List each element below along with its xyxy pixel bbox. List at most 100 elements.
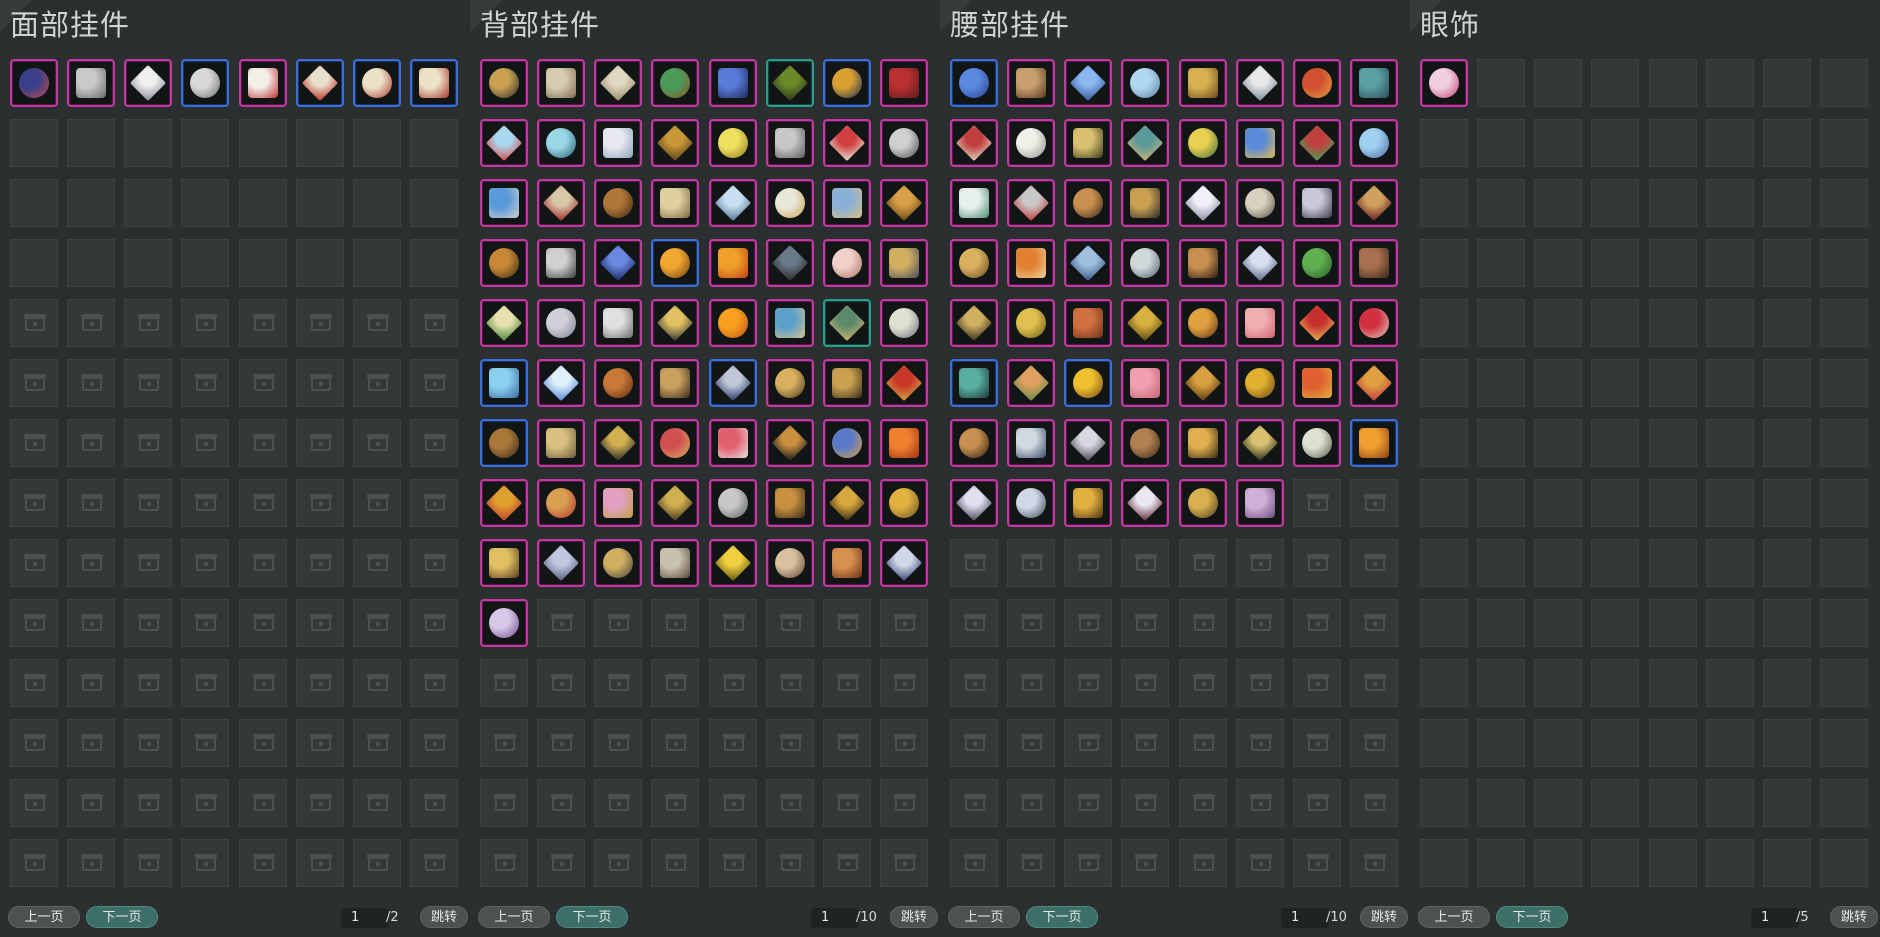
inventory-item[interactable] — [651, 479, 700, 527]
empty-slot[interactable] — [1705, 59, 1754, 107]
inventory-item[interactable] — [594, 419, 643, 467]
empty-slot[interactable] — [1648, 419, 1697, 467]
inventory-item[interactable] — [480, 299, 528, 347]
inventory-item[interactable] — [1007, 419, 1056, 467]
empty-slot[interactable] — [1477, 839, 1526, 887]
inventory-item[interactable] — [1420, 59, 1468, 107]
page-number-input[interactable]: 1 — [811, 908, 859, 928]
empty-slot[interactable] — [1477, 659, 1526, 707]
inventory-item[interactable] — [950, 359, 998, 407]
empty-slot[interactable] — [238, 239, 287, 287]
inventory-item[interactable] — [1007, 59, 1056, 107]
inventory-item[interactable] — [651, 539, 700, 587]
empty-slot[interactable] — [1420, 719, 1468, 767]
empty-slot[interactable] — [1591, 239, 1640, 287]
inventory-item[interactable] — [537, 539, 586, 587]
inventory-item[interactable] — [708, 239, 757, 287]
inventory-item[interactable] — [1178, 119, 1227, 167]
empty-slot[interactable] — [1534, 479, 1583, 527]
inventory-item[interactable] — [480, 479, 528, 527]
inventory-item[interactable] — [950, 179, 998, 227]
empty-slot[interactable] — [1477, 119, 1526, 167]
empty-slot[interactable] — [1819, 599, 1868, 647]
empty-slot[interactable] — [1705, 659, 1754, 707]
inventory-item[interactable] — [480, 599, 528, 647]
empty-slot[interactable] — [1477, 59, 1526, 107]
inventory-item[interactable] — [480, 539, 528, 587]
empty-slot[interactable] — [1591, 179, 1640, 227]
inventory-item[interactable] — [1349, 419, 1398, 467]
inventory-item[interactable] — [879, 539, 928, 587]
inventory-item[interactable] — [537, 119, 586, 167]
empty-slot[interactable] — [1420, 659, 1468, 707]
empty-slot[interactable] — [1420, 779, 1468, 827]
empty-slot[interactable] — [1591, 779, 1640, 827]
inventory-item[interactable] — [480, 359, 528, 407]
inventory-item[interactable] — [1121, 479, 1170, 527]
inventory-item[interactable] — [708, 59, 757, 107]
empty-slot[interactable] — [1819, 419, 1868, 467]
inventory-item[interactable] — [1064, 119, 1113, 167]
inventory-item[interactable] — [879, 359, 928, 407]
inventory-item[interactable] — [594, 239, 643, 287]
empty-slot[interactable] — [1762, 719, 1811, 767]
empty-slot[interactable] — [1591, 599, 1640, 647]
inventory-item[interactable] — [295, 59, 344, 107]
empty-slot[interactable] — [1819, 539, 1868, 587]
inventory-item[interactable] — [594, 539, 643, 587]
inventory-item[interactable] — [594, 299, 643, 347]
empty-slot[interactable] — [1420, 599, 1468, 647]
inventory-item[interactable] — [1235, 419, 1284, 467]
inventory-item[interactable] — [1349, 119, 1398, 167]
inventory-item[interactable] — [181, 59, 230, 107]
next-page-button[interactable]: 下一页 — [86, 906, 158, 928]
empty-slot[interactable] — [1762, 839, 1811, 887]
empty-slot[interactable] — [1420, 839, 1468, 887]
inventory-item[interactable] — [1292, 419, 1341, 467]
inventory-item[interactable] — [480, 179, 528, 227]
empty-slot[interactable] — [1705, 299, 1754, 347]
empty-slot[interactable] — [1591, 479, 1640, 527]
jump-page-button[interactable]: 跳转 — [420, 906, 468, 928]
inventory-item[interactable] — [537, 479, 586, 527]
inventory-item[interactable] — [1292, 119, 1341, 167]
inventory-item[interactable] — [708, 179, 757, 227]
inventory-item[interactable] — [651, 119, 700, 167]
empty-slot[interactable] — [1648, 539, 1697, 587]
inventory-item[interactable] — [1178, 299, 1227, 347]
inventory-item[interactable] — [765, 479, 814, 527]
empty-slot[interactable] — [1420, 539, 1468, 587]
prev-page-button[interactable]: 上一页 — [948, 906, 1020, 928]
inventory-item[interactable] — [352, 59, 401, 107]
empty-slot[interactable] — [124, 119, 173, 167]
empty-slot[interactable] — [181, 239, 230, 287]
inventory-item[interactable] — [708, 299, 757, 347]
inventory-item[interactable] — [124, 59, 173, 107]
empty-slot[interactable] — [1819, 719, 1868, 767]
empty-slot[interactable] — [1648, 779, 1697, 827]
empty-slot[interactable] — [10, 119, 58, 167]
inventory-item[interactable] — [1064, 239, 1113, 287]
inventory-item[interactable] — [765, 419, 814, 467]
empty-slot[interactable] — [1762, 659, 1811, 707]
empty-slot[interactable] — [1648, 719, 1697, 767]
empty-slot[interactable] — [1591, 539, 1640, 587]
inventory-item[interactable] — [822, 119, 871, 167]
inventory-item[interactable] — [1235, 59, 1284, 107]
empty-slot[interactable] — [1819, 839, 1868, 887]
empty-slot[interactable] — [1819, 179, 1868, 227]
inventory-item[interactable] — [537, 419, 586, 467]
empty-slot[interactable] — [67, 179, 116, 227]
inventory-item[interactable] — [879, 479, 928, 527]
inventory-item[interactable] — [765, 59, 814, 107]
inventory-item[interactable] — [1178, 359, 1227, 407]
empty-slot[interactable] — [238, 119, 287, 167]
inventory-item[interactable] — [708, 419, 757, 467]
inventory-item[interactable] — [950, 59, 998, 107]
inventory-item[interactable] — [1121, 59, 1170, 107]
inventory-item[interactable] — [480, 419, 528, 467]
inventory-item[interactable] — [765, 539, 814, 587]
inventory-item[interactable] — [480, 59, 528, 107]
next-page-button[interactable]: 下一页 — [556, 906, 628, 928]
empty-slot[interactable] — [1477, 419, 1526, 467]
